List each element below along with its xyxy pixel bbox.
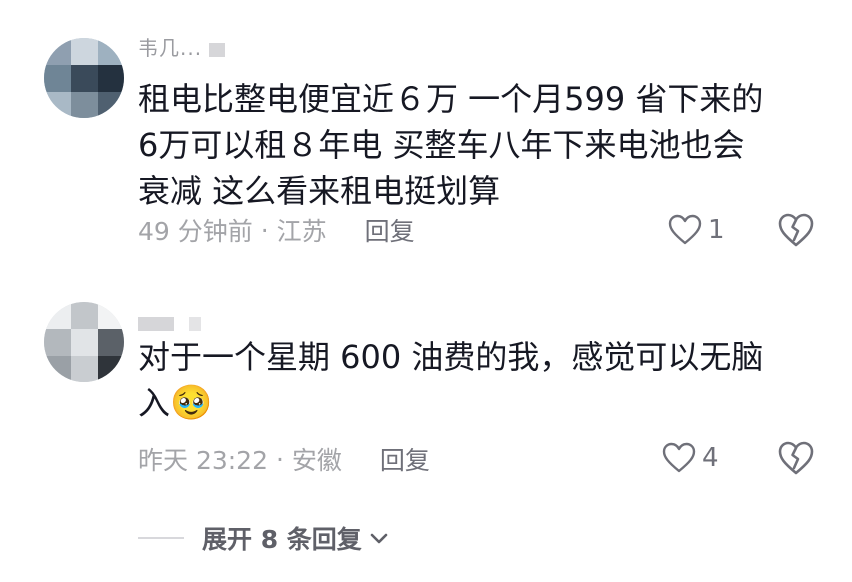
divider-line [138,537,184,539]
username[interactable]: 韦几... [138,32,226,60]
comment-location: 江苏 [276,217,327,246]
comment-item: 对于一个星期 600 油费的我，感觉可以无脑 入🥹 昨天 23:22 · 安徽 … [0,292,852,482]
reply-button[interactable]: 回复 [380,441,430,477]
comment-text: 租电比整电便宜近６万 一个月599 省下来的 6万可以租８年电 买整车八年下来电… [138,80,764,210]
comment-location: 安徽 [291,446,342,475]
broken-heart-icon [778,441,814,475]
comment-text-body: 对于一个星期 600 油费的我，感觉可以无脑 入 [138,338,764,422]
heart-outline-icon [662,442,696,473]
like-count: 1 [708,215,725,245]
expand-replies-label: 展开 8 条回复 [202,525,362,554]
like-button[interactable]: 1 [668,210,725,250]
broken-heart-icon [778,213,814,247]
comment-time: 49 分钟前 [138,217,253,246]
reply-button[interactable]: 回复 [365,212,415,248]
comment-meta: 49 分钟前 · 江苏 回复 [138,213,415,247]
comment-meta: 昨天 23:22 · 安徽 回复 [138,442,430,476]
comment-thread: 韦几... 租电比整电便宜近６万 一个月599 省下来的 6万可以租８年电 买整… [0,0,852,582]
comment-time: 昨天 23:22 [138,446,268,475]
username-redaction [138,316,174,331]
chevron-down-icon [370,533,388,544]
dislike-button[interactable] [776,210,816,250]
pleading-face-emoji: 🥹 [170,383,213,423]
heart-outline-icon [668,214,702,245]
expand-replies-button[interactable]: 展开 8 条回复 [138,518,390,558]
username-redaction [209,42,226,57]
like-count: 4 [702,443,719,473]
username[interactable] [138,310,202,334]
avatar[interactable] [44,302,124,382]
comment-item: 韦几... 租电比整电便宜近６万 一个月599 省下来的 6万可以租８年电 买整… [0,30,852,260]
meta-separator: · [268,444,292,474]
meta-separator: · [252,215,277,245]
avatar[interactable] [44,38,124,118]
dislike-button[interactable] [776,438,816,478]
comment-text: 对于一个星期 600 油费的我，感觉可以无脑 入🥹 [138,334,818,426]
like-button[interactable]: 4 [662,438,719,478]
username-redaction [189,316,202,331]
username-text: 韦几... [138,36,203,60]
